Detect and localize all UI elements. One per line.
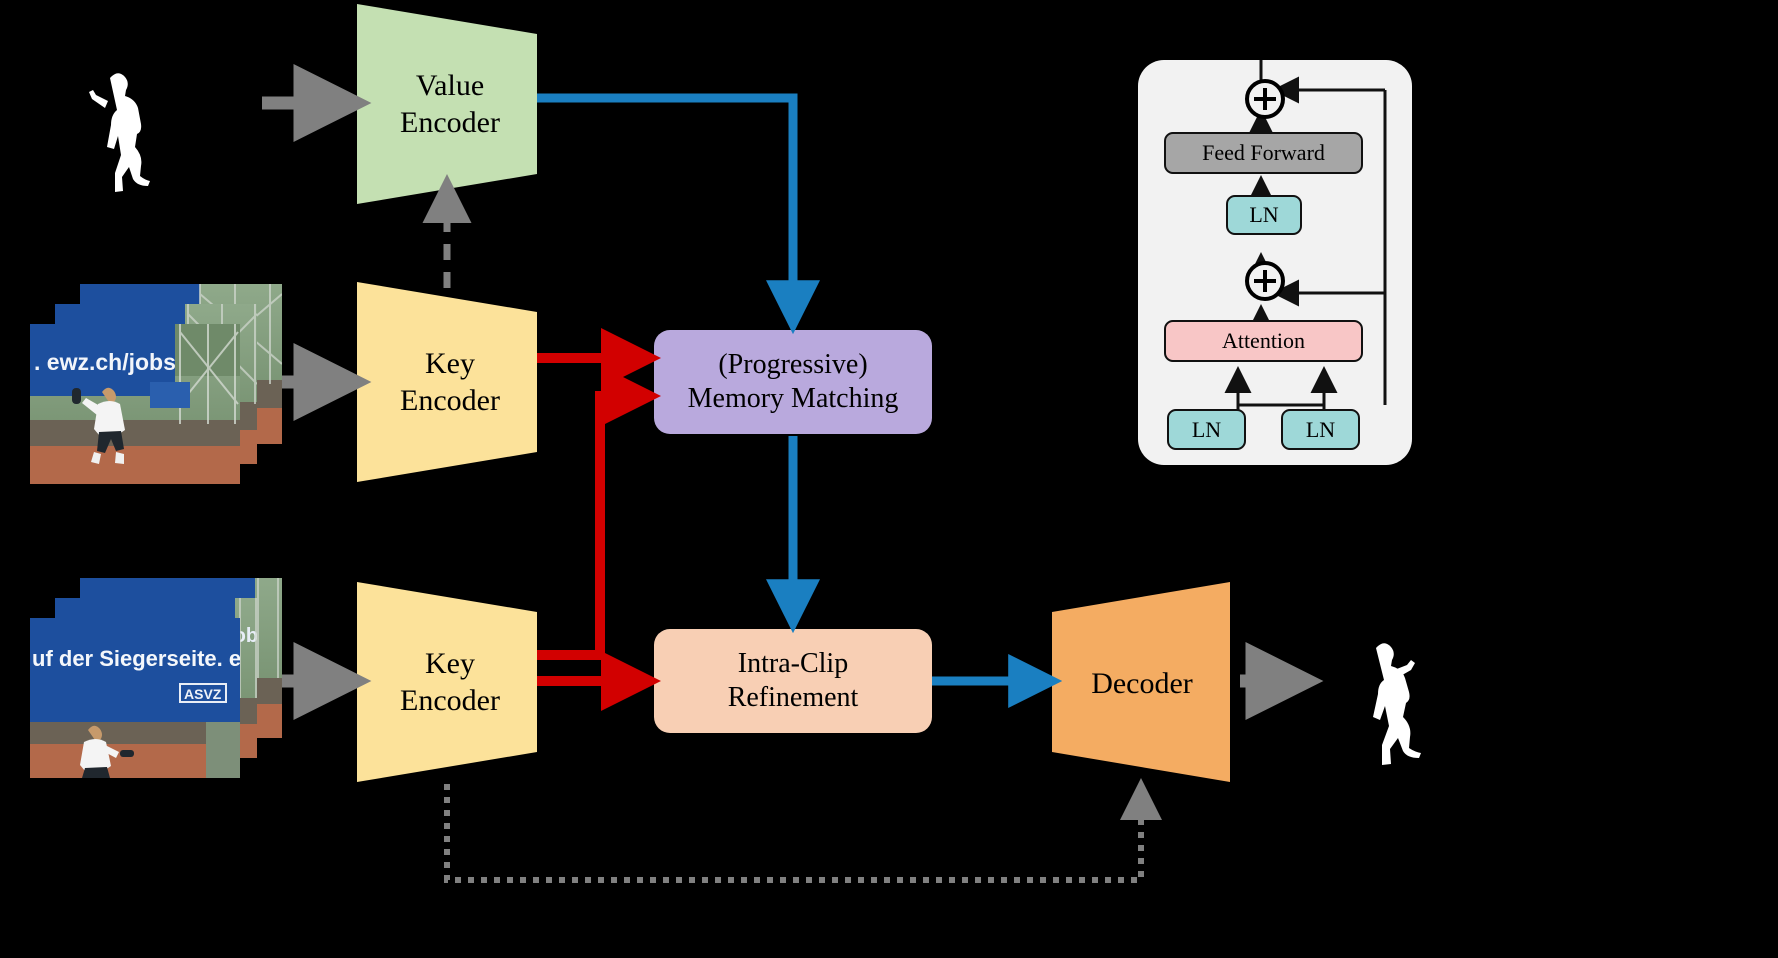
feed-forward-block[interactable]: Feed Forward (1164, 132, 1363, 174)
reference-mask-image (62, 58, 172, 192)
query-frames-stack: eite. ewz.ch/jobs enerseite. ewz.ch/jobs (30, 578, 282, 778)
feed-forward-label: Feed Forward (1202, 140, 1325, 165)
ln-left-block[interactable]: LN (1167, 409, 1246, 450)
svg-text:uf der Siegerseite. ewz.ch/job: uf der Siegerseite. ewz.ch/jobs (32, 646, 352, 671)
key-encoder-bottom-shape (357, 582, 537, 782)
ln-right-block[interactable]: LN (1281, 409, 1360, 450)
memory-matching-label-line1: (Progressive) (718, 348, 868, 380)
ln-upper-block[interactable]: LN (1226, 195, 1302, 235)
intra-clip-label-line2: Refinement (727, 682, 859, 713)
attention-block[interactable]: Attention (1164, 320, 1363, 362)
svg-text:ASVZ: ASVZ (184, 686, 222, 702)
key-encoder-top-shape (357, 282, 537, 482)
edge-key-encoder-bottom-to-memory-matching (537, 366, 662, 660)
memory-matching-label-line2: Memory Matching (687, 383, 899, 414)
decoder-shape (1052, 582, 1230, 782)
predicted-mask-image (1336, 628, 1446, 765)
ln-right-label: LN (1305, 416, 1336, 442)
ln-left-label: LN (1191, 416, 1222, 442)
value-encoder-shape (357, 4, 537, 204)
ln-upper-label: LN (1249, 202, 1279, 227)
memory-matching-box[interactable]: (Progressive) Memory Matching (654, 330, 932, 434)
intra-clip-refinement-box[interactable]: Intra-Clip Refinement (654, 629, 932, 733)
attention-label: Attention (1221, 328, 1306, 353)
diagram-canvas: uz.ch/jobs ewz.ch/jobs (0, 0, 1778, 958)
edge-dotted-feedback-to-decoder (444, 778, 1162, 883)
memory-frames-stack: uz.ch/jobs ewz.ch/jobs (30, 284, 282, 484)
edge-value-encoder-to-memory-matching (537, 93, 820, 335)
intra-clip-label-line1: Intra-Clip (737, 647, 849, 679)
transformer-block-panel (1138, 60, 1412, 465)
add-upper-node (1245, 79, 1285, 119)
svg-text:. ewz.ch/jobs: . ewz.ch/jobs (34, 349, 176, 375)
add-lower-node (1245, 261, 1285, 301)
